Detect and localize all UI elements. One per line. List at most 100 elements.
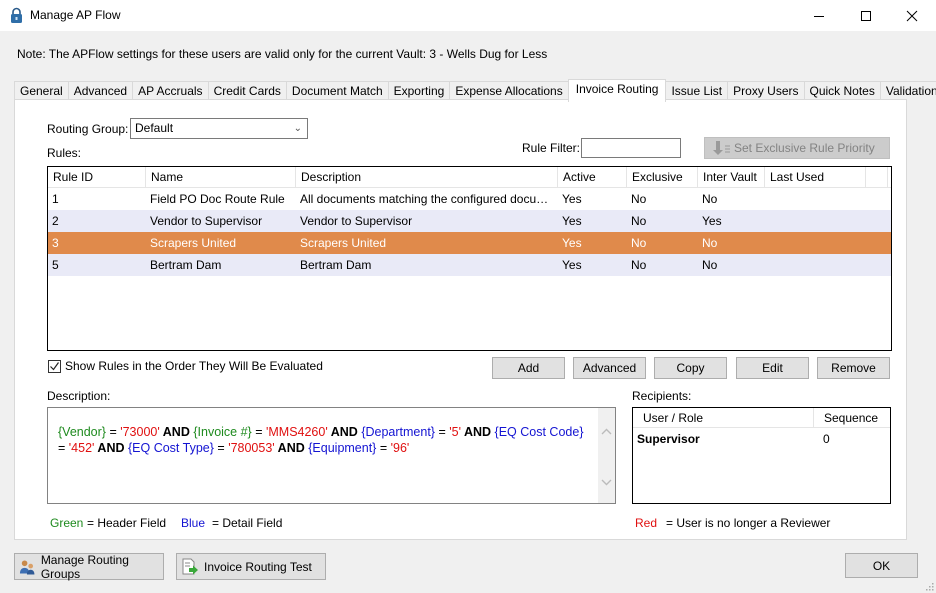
- recipient-row[interactable]: Supervisor 0: [633, 428, 890, 450]
- table-row[interactable]: 1 Field PO Doc Route Rule All documents …: [48, 188, 891, 210]
- cell-exclusive: No: [631, 192, 647, 206]
- set-exclusive-rule-priority-button[interactable]: Set Exclusive Rule Priority: [704, 137, 890, 159]
- table-row-selected[interactable]: 3 Scrapers United Scrapers United Yes No…: [48, 232, 891, 254]
- cell-name: Field PO Doc Route Rule: [150, 192, 285, 206]
- recipients-header: User / Role Sequence: [633, 408, 890, 428]
- checkbox-box[interactable]: [48, 359, 61, 373]
- invoice-routing-test-button[interactable]: Invoice Routing Test: [176, 553, 326, 580]
- rules-table[interactable]: Rule ID Name Description Active Exclusiv…: [47, 166, 892, 351]
- tab-expense-allocations[interactable]: Expense Allocations: [449, 81, 569, 101]
- cell-exclusive: No: [631, 214, 647, 228]
- tab-invoice-routing[interactable]: Invoice Routing: [567, 79, 667, 102]
- remove-button[interactable]: Remove: [817, 357, 890, 379]
- tab-issue-list[interactable]: Issue List: [665, 81, 729, 101]
- cell-rule-id: 2: [52, 214, 59, 228]
- maximize-button[interactable]: [843, 0, 889, 31]
- routing-group-value: Default: [135, 121, 174, 135]
- copy-button[interactable]: Copy: [654, 357, 727, 379]
- manage-routing-groups-button[interactable]: Manage Routing Groups: [14, 552, 164, 581]
- column-header-last-used[interactable]: Last Used: [765, 167, 866, 187]
- set-exclusive-rule-priority-label: Set Exclusive Rule Priority: [734, 141, 875, 155]
- show-order-checkbox[interactable]: Show Rules in the Order They Will Be Eva…: [48, 359, 323, 373]
- equals-token: =: [434, 425, 450, 439]
- invoice-routing-test-label: Invoice Routing Test: [204, 559, 312, 574]
- rules-table-header: Rule ID Name Description Active Exclusiv…: [48, 167, 891, 188]
- column-header-name[interactable]: Name: [146, 167, 296, 187]
- chevron-down-icon: ⌄: [293, 123, 302, 134]
- edit-button[interactable]: Edit: [736, 357, 809, 379]
- detail-field-token: {EQ Cost Type}: [128, 441, 214, 455]
- header-field-token: {Vendor}: [58, 425, 106, 439]
- recipients-table[interactable]: User / Role Sequence Supervisor 0: [632, 407, 891, 504]
- resize-grip-icon[interactable]: [926, 583, 934, 591]
- advanced-button[interactable]: Advanced: [573, 357, 646, 379]
- rule-filter-input[interactable]: [581, 138, 681, 158]
- detail-field-token: {Equipment}: [308, 441, 377, 455]
- scroll-down-icon: [601, 479, 612, 486]
- equals-token: =: [105, 425, 121, 439]
- vault-note: Note: The APFlow settings for these user…: [17, 47, 548, 61]
- cell-name: Vendor to Supervisor: [150, 214, 263, 228]
- legend-red-word: Red: [635, 516, 658, 530]
- routing-group-select[interactable]: Default ⌄: [130, 118, 308, 139]
- cell-name: Bertram Dam: [150, 258, 222, 272]
- show-order-label: Show Rules in the Order They Will Be Eva…: [65, 359, 323, 373]
- description-scrollbar[interactable]: [598, 408, 615, 503]
- operator-token: AND: [94, 441, 128, 455]
- maximize-icon: [861, 10, 871, 21]
- column-header-description[interactable]: Description: [296, 167, 558, 187]
- manage-routing-groups-label: Manage Routing Groups: [40, 552, 129, 581]
- tab-general[interactable]: General: [14, 81, 69, 101]
- value-token: '780053': [228, 441, 275, 455]
- tab-proxy-users[interactable]: Proxy Users: [727, 81, 805, 101]
- column-header-active[interactable]: Active: [558, 167, 627, 187]
- operator-token: AND: [460, 425, 495, 439]
- rules-label: Rules:: [47, 146, 82, 160]
- minimize-button[interactable]: [796, 0, 842, 31]
- advanced-label: Advanced: [582, 361, 637, 375]
- cell-last-used: [765, 210, 866, 232]
- cell-inter-vault: No: [702, 192, 718, 206]
- rule-filter-label: Rule Filter:: [522, 141, 581, 155]
- ok-button[interactable]: OK: [845, 553, 918, 578]
- cell-exclusive: No: [631, 258, 647, 272]
- tab-exporting[interactable]: Exporting: [387, 81, 451, 101]
- detail-field-token: {Department}: [361, 425, 435, 439]
- tab-strip: General Advanced AP Accruals Credit Card…: [14, 79, 936, 102]
- value-token: '5': [449, 425, 461, 439]
- column-header-inter-vault[interactable]: Inter Vault: [698, 167, 765, 187]
- cell-active: Yes: [562, 236, 582, 250]
- cell-rule-id: 5: [52, 258, 59, 272]
- window-title: Manage AP Flow: [30, 8, 121, 22]
- close-button[interactable]: [889, 0, 935, 31]
- tab-quick-notes[interactable]: Quick Notes: [803, 81, 881, 101]
- cell-rule-id: 1: [52, 192, 59, 206]
- cell-last-used: [765, 188, 866, 210]
- rule-description-box[interactable]: {Vendor} = '73000' AND {Invoice #} = 'MM…: [47, 407, 616, 504]
- tab-validation[interactable]: Validation: [879, 81, 936, 101]
- cell-exclusive: No: [631, 236, 647, 250]
- ok-label: OK: [872, 558, 891, 573]
- column-header-sequence[interactable]: Sequence: [814, 408, 890, 427]
- table-row[interactable]: 2 Vendor to Supervisor Vendor to Supervi…: [48, 210, 891, 232]
- table-row[interactable]: 5 Bertram Dam Bertram Dam Yes No No: [48, 254, 891, 276]
- tab-credit-cards[interactable]: Credit Cards: [207, 81, 287, 101]
- column-header-rule-id[interactable]: Rule ID: [48, 167, 146, 187]
- tab-ap-accruals[interactable]: AP Accruals: [132, 81, 209, 101]
- header-field-token: {Invoice #}: [193, 425, 252, 439]
- invoice-test-icon: [182, 558, 198, 574]
- tab-advanced[interactable]: Advanced: [67, 81, 134, 101]
- cell-last-used: [765, 232, 866, 254]
- legend-green-word: Green: [50, 516, 84, 530]
- column-header-exclusive[interactable]: Exclusive: [627, 167, 698, 187]
- cell-description: All documents matching the configured do…: [300, 192, 558, 206]
- operator-token: AND: [274, 441, 309, 455]
- add-button[interactable]: Add: [492, 357, 565, 379]
- recipient-sequence: 0: [823, 432, 830, 446]
- legend-blue-word: Blue: [181, 516, 206, 530]
- recipients-label: Recipients:: [632, 389, 692, 403]
- cell-last-used: [765, 254, 866, 276]
- legend-blue-meaning: = Detail Field: [212, 516, 283, 530]
- column-header-user-role[interactable]: User / Role: [633, 408, 814, 427]
- tab-document-match[interactable]: Document Match: [285, 81, 389, 101]
